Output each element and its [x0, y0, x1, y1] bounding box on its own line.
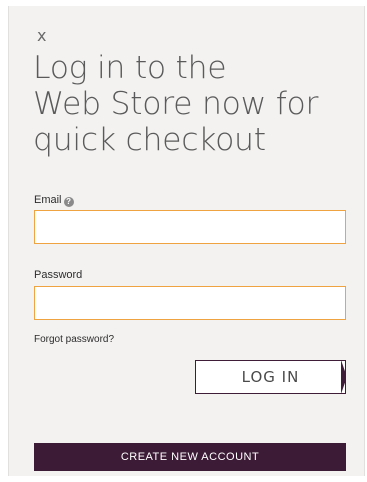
create-account-button[interactable]: CREATE NEW ACCOUNT	[34, 443, 346, 471]
log-in-label: LOG IN	[241, 368, 300, 386]
close-button[interactable]: x	[37, 26, 46, 45]
chevron-right-icon	[341, 361, 345, 393]
email-field[interactable]	[34, 210, 346, 244]
login-dialog: x Log in to the Web Store now for quick …	[8, 6, 365, 476]
email-label: Email	[34, 194, 62, 206]
forgot-password-link[interactable]: Forgot password?	[34, 334, 114, 345]
password-label: Password	[34, 269, 83, 281]
password-field[interactable]	[34, 286, 346, 320]
email-label-row: Email?	[34, 194, 74, 207]
help-icon[interactable]: ?	[63, 197, 74, 207]
log-in-button[interactable]: LOG IN	[195, 360, 346, 394]
dialog-title: Log in to the Web Store now for quick ch…	[33, 50, 319, 158]
